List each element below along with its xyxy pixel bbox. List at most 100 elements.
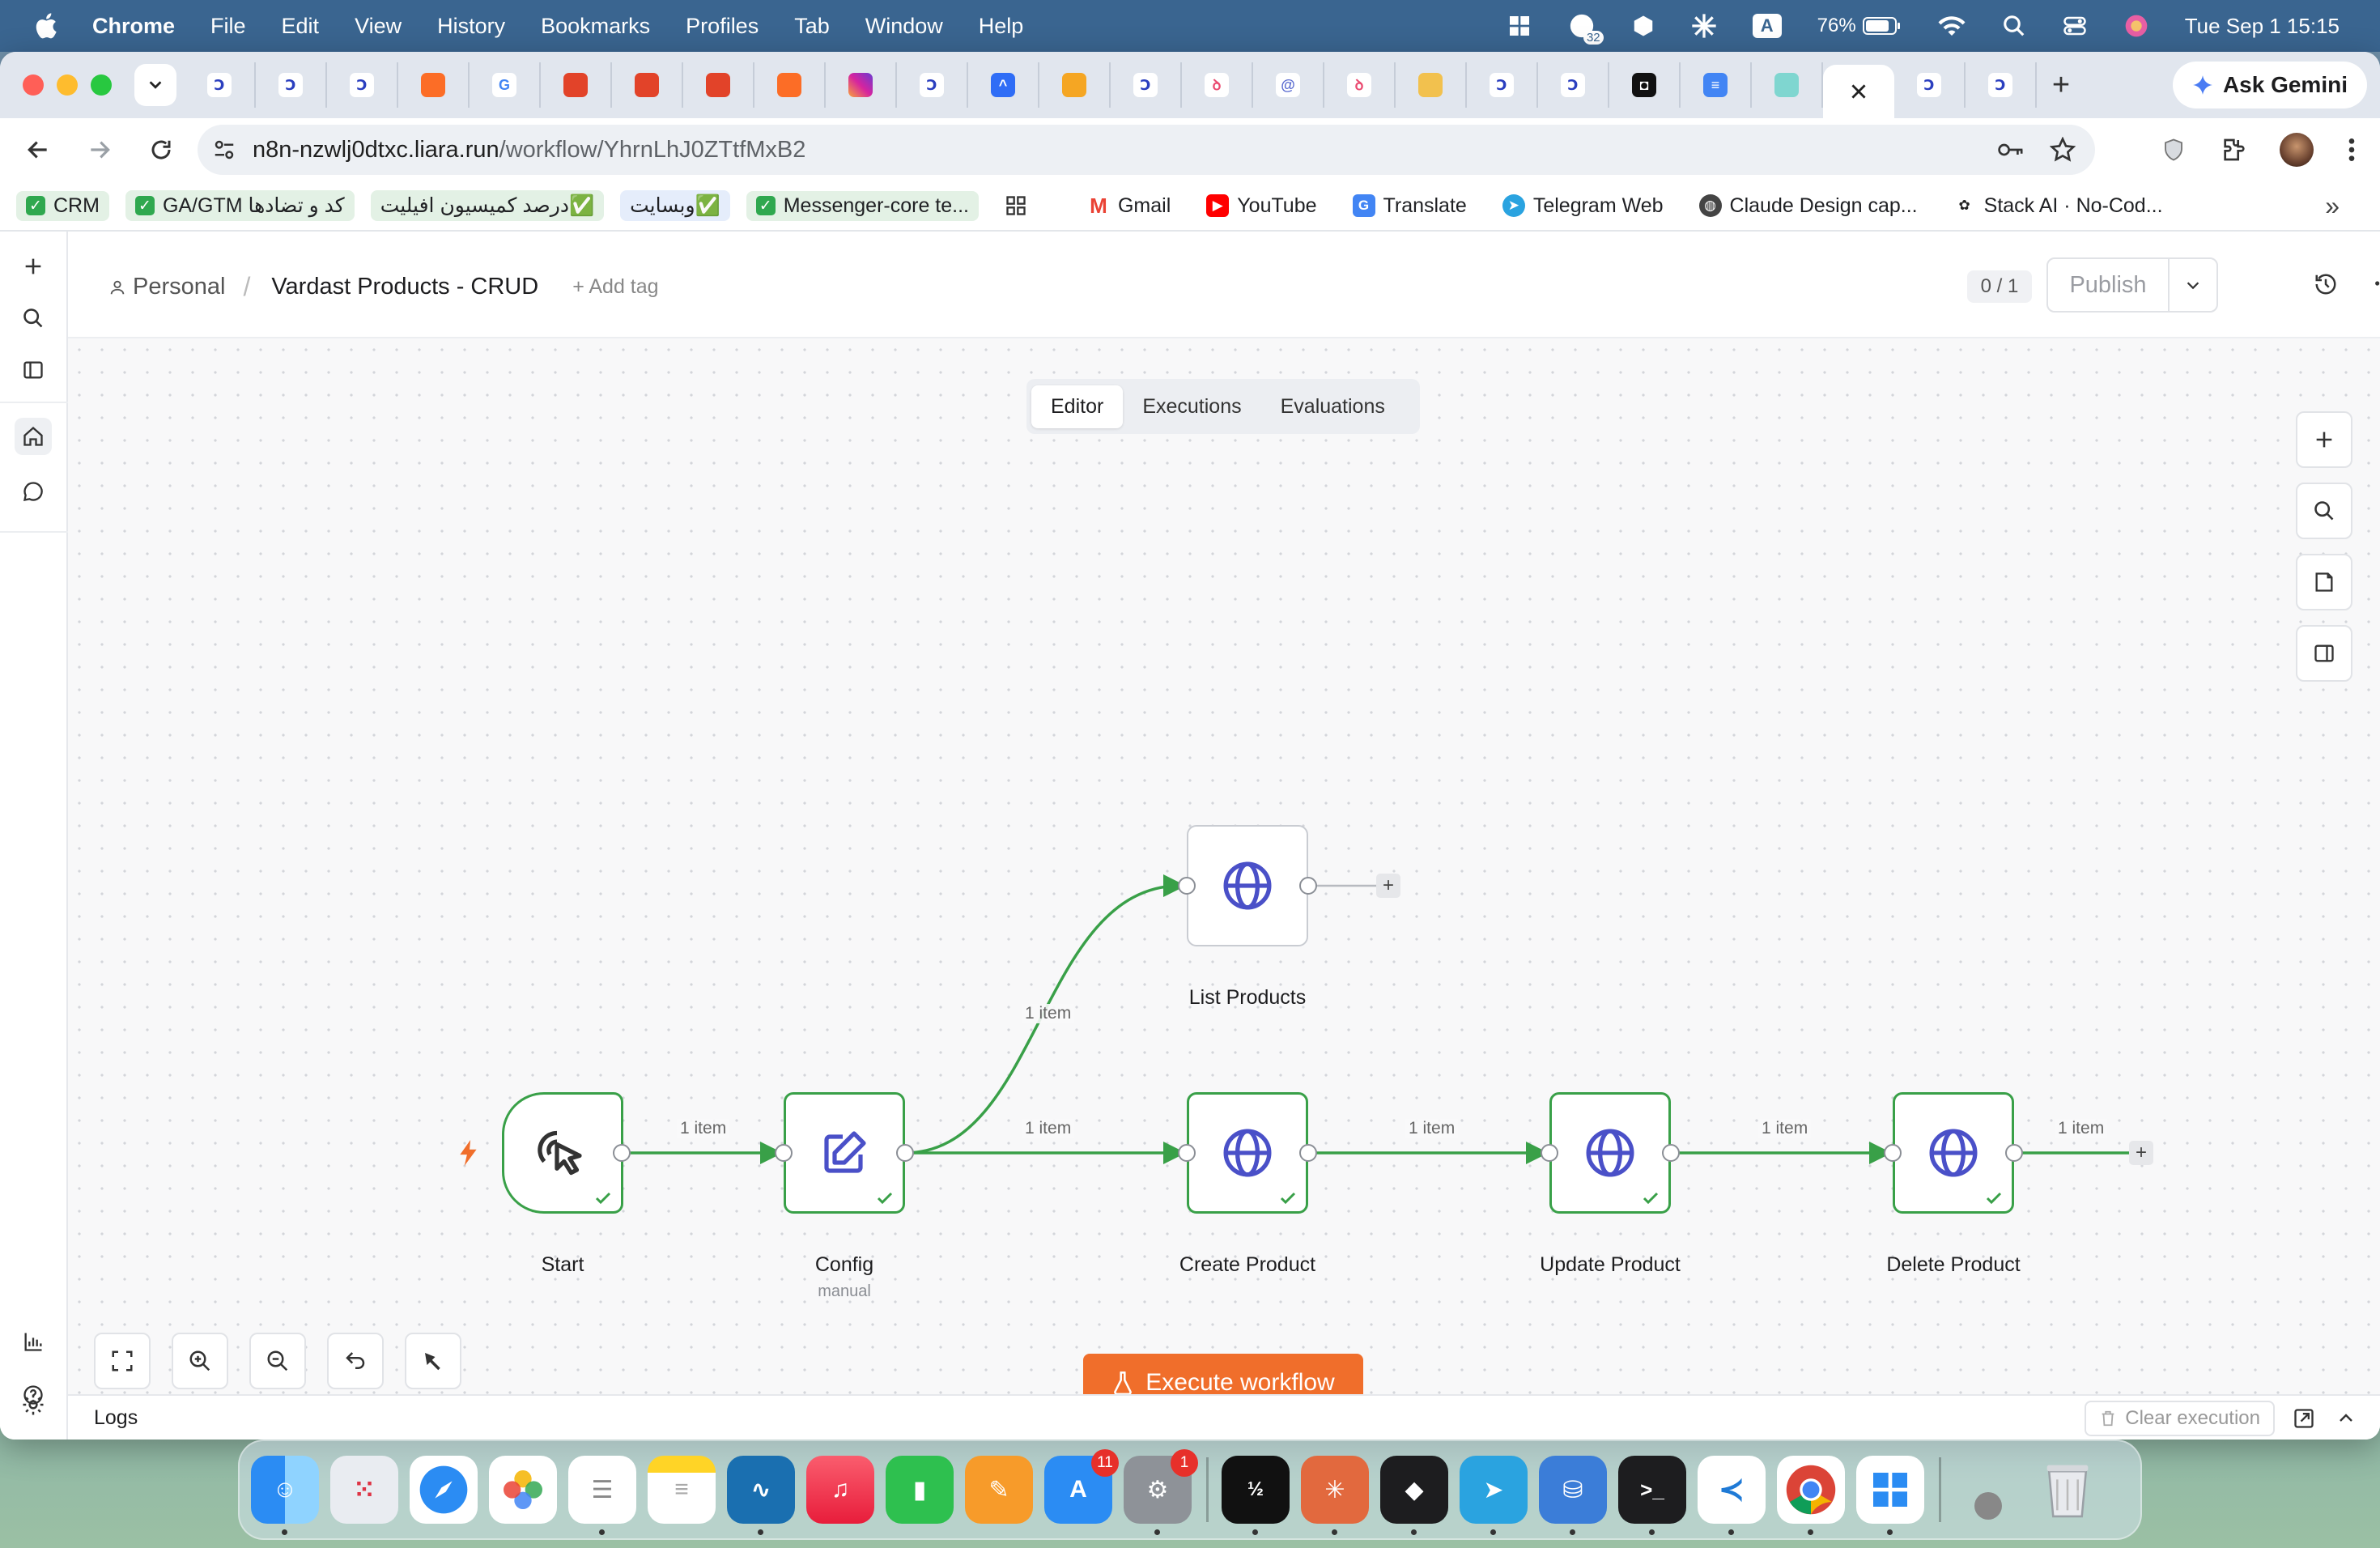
input-handle[interactable] [775, 1144, 793, 1162]
clear-execution-button[interactable]: Clear execution [2085, 1401, 2275, 1436]
dock-safari[interactable] [410, 1456, 478, 1524]
dock-calc[interactable]: ½ [1222, 1456, 1290, 1535]
bookmark-translate[interactable]: G Translate [1343, 191, 1477, 221]
insights-icon[interactable] [15, 1323, 52, 1360]
notification-icon[interactable]: 32 [1568, 12, 1604, 45]
bookmark-website[interactable]: وبسایت✅ [620, 190, 730, 221]
dock-freeform[interactable]: ∿ [727, 1456, 795, 1535]
node-create-product[interactable] [1187, 1092, 1308, 1214]
bookmark-gmail[interactable]: M Gmail [1077, 191, 1180, 221]
tab[interactable] [1039, 62, 1111, 108]
input-source-icon[interactable]: A [1752, 14, 1782, 38]
dock-numbers[interactable]: ▮ [886, 1456, 954, 1524]
kebab-menu-icon[interactable] [2348, 137, 2356, 163]
bookmark-youtube[interactable]: ▶ YouTube [1196, 191, 1326, 221]
tab[interactable]: Ↄ [1894, 62, 1966, 108]
menu-app-name[interactable]: Chrome [92, 14, 175, 39]
zoom-in-icon[interactable] [172, 1333, 228, 1389]
search-icon[interactable] [15, 300, 52, 337]
tab[interactable] [1396, 62, 1467, 108]
input-handle[interactable] [1178, 877, 1196, 895]
tab[interactable]: ^ [968, 62, 1039, 108]
apple-icon[interactable] [31, 10, 63, 42]
output-handle[interactable] [896, 1144, 914, 1162]
dock-app-store[interactable]: A 11 [1044, 1449, 1119, 1524]
apps-grid-button[interactable] [995, 191, 1037, 220]
node-list-products[interactable] [1187, 825, 1308, 946]
ask-gemini-button[interactable]: Ask Gemini [2172, 62, 2367, 108]
reload-button[interactable] [146, 134, 176, 165]
extensions-icon[interactable] [2220, 137, 2246, 163]
publish-button[interactable]: Publish [2048, 259, 2170, 311]
menubar-datetime[interactable]: Tue Sep 1 15:15 [2185, 14, 2340, 39]
dock-reminders[interactable]: ☰ [568, 1456, 636, 1535]
siri-icon[interactable] [2123, 13, 2149, 39]
add-node-button[interactable]: + [2129, 1141, 2153, 1165]
publish-options-button[interactable] [2170, 259, 2216, 311]
bookmark-messenger[interactable]: ✓ Messenger-core te... [746, 190, 979, 221]
dock-finder[interactable]: ☺ [251, 1456, 319, 1535]
input-handle[interactable] [1884, 1144, 1902, 1162]
tab[interactable]: ≡ [1681, 62, 1752, 108]
dock-trash[interactable] [2034, 1456, 2102, 1524]
tab[interactable]: @ [1253, 62, 1324, 108]
dock-notes[interactable]: ≡ [648, 1456, 716, 1524]
dock-launchpad[interactable]: ⁙ [330, 1456, 398, 1524]
address-bar[interactable]: n8n-nzwlj0dtxc.liara.run/workflow/YhrnLh… [198, 125, 2095, 175]
node-update-product[interactable] [1549, 1092, 1671, 1214]
bookmark-ga-gtm[interactable]: ✓ GA/GTM کد و تضادها [125, 190, 355, 221]
tab[interactable]: Ↄ [327, 62, 398, 108]
new-tab-button[interactable]: + [2037, 68, 2085, 103]
forward-button[interactable] [84, 134, 115, 165]
tidy-up-icon[interactable] [405, 1333, 461, 1389]
logs-title[interactable]: Logs [94, 1406, 138, 1430]
zoom-window-button[interactable] [91, 74, 112, 96]
sticky-note-icon[interactable] [2296, 554, 2352, 610]
node-delete-product[interactable] [1893, 1092, 2014, 1214]
fit-view-icon[interactable] [94, 1333, 151, 1389]
dock-terminal[interactable]: >_ [1618, 1456, 1686, 1535]
menu-tab[interactable]: Tab [794, 14, 830, 39]
tab[interactable]: ꝺ [1324, 62, 1396, 108]
close-tab-icon[interactable] [1848, 81, 1869, 102]
dock-windows-app[interactable] [1856, 1456, 1924, 1535]
tab[interactable]: Ↄ [897, 62, 968, 108]
settings-icon[interactable] [15, 1386, 52, 1423]
tab[interactable] [826, 62, 897, 108]
dock-chrome[interactable] [1777, 1456, 1845, 1535]
tab-evaluations[interactable]: Evaluations [1261, 385, 1405, 428]
menu-view[interactable]: View [355, 14, 402, 39]
tab[interactable]: Ↄ [1467, 62, 1538, 108]
menu-history[interactable]: History [437, 14, 505, 39]
cube-icon[interactable] [1631, 14, 1655, 38]
bookmark-telegram[interactable]: ➤ Telegram Web [1493, 191, 1673, 221]
close-window-button[interactable] [23, 74, 44, 96]
dock-claude[interactable]: ✳ [1301, 1456, 1369, 1535]
dock-downloads[interactable] [1954, 1456, 2022, 1524]
profile-avatar[interactable] [2280, 133, 2314, 167]
dock-pages[interactable]: ✎ [965, 1456, 1033, 1524]
key-icon[interactable] [1996, 138, 2025, 162]
menu-help[interactable]: Help [979, 14, 1024, 39]
output-handle[interactable] [1299, 877, 1317, 895]
dock-telegram[interactable]: ➤ [1460, 1456, 1528, 1535]
bookmarks-overflow-icon[interactable]: » [2325, 191, 2340, 221]
output-handle[interactable] [613, 1144, 631, 1162]
tab[interactable]: Ↄ [256, 62, 327, 108]
bookmark-claude[interactable]: ◍ Claude Design cap... [1689, 191, 1927, 221]
tab[interactable]: Ↄ [1538, 62, 1609, 108]
minimize-window-button[interactable] [57, 74, 78, 96]
tab-executions[interactable]: Executions [1123, 385, 1260, 428]
tab[interactable]: ◘ [1609, 62, 1681, 108]
tab-search-button[interactable] [134, 64, 176, 106]
tab[interactable] [683, 62, 754, 108]
dock-cube-app[interactable]: ◆ [1380, 1456, 1448, 1535]
undo-icon[interactable] [327, 1333, 384, 1389]
menu-file[interactable]: File [210, 14, 246, 39]
back-button[interactable] [23, 134, 53, 165]
home-icon[interactable] [15, 418, 52, 455]
menu-window[interactable]: Window [865, 14, 943, 39]
node-start[interactable] [502, 1092, 623, 1214]
tab-editor[interactable]: Editor [1031, 385, 1124, 428]
sidebar-toggle-icon[interactable] [15, 351, 52, 389]
